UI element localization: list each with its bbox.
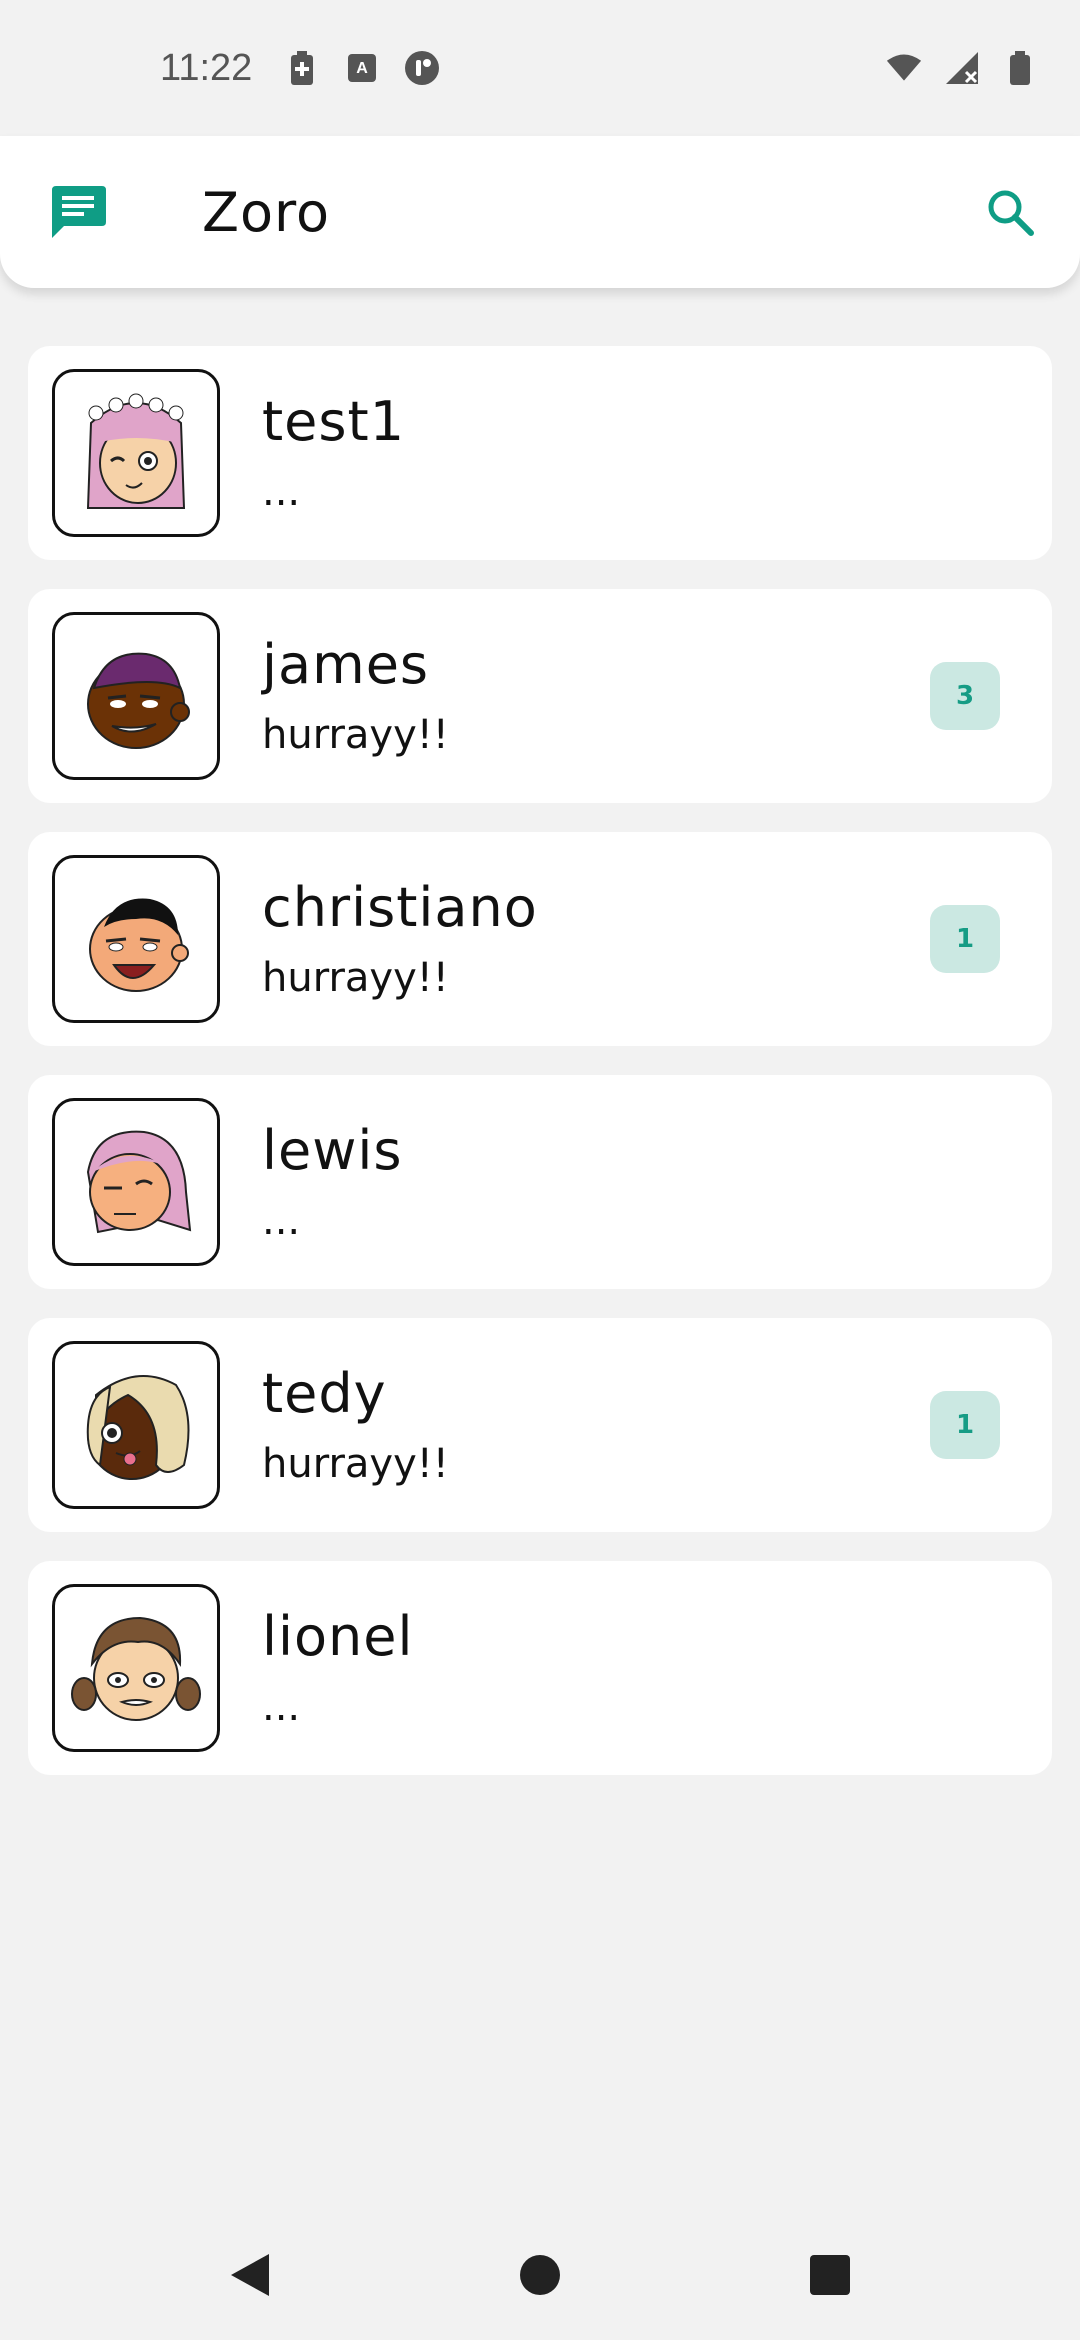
- chat-item[interactable]: test1 ...: [28, 346, 1052, 560]
- contact-avatar[interactable]: [52, 1098, 220, 1266]
- black-hair-smiling-avatar: [89, 898, 189, 992]
- wifi-icon: [886, 50, 922, 86]
- app-bar: Zoro: [0, 136, 1080, 288]
- chat-logo-icon: [48, 182, 108, 242]
- message-preview: ...: [262, 1198, 301, 1244]
- signal-icon: [944, 50, 980, 86]
- brown-pigtails-avatar: [71, 1616, 201, 1721]
- unread-badge: 3: [930, 662, 1000, 730]
- chat-item[interactable]: james hurrayy!! 3: [28, 589, 1052, 803]
- message-preview: hurrayy!!: [262, 955, 449, 1001]
- back-icon: [231, 2254, 269, 2296]
- pink-hair-flower-crown-avatar: [86, 393, 186, 509]
- battery-saver-icon: [284, 50, 320, 86]
- message-preview: hurrayy!!: [262, 712, 449, 758]
- recents-icon: [810, 2255, 850, 2295]
- app-status-icon: [404, 50, 440, 86]
- dark-skin-purple-cap-avatar: [87, 652, 190, 749]
- status-bar: 11:22 A: [0, 0, 1080, 136]
- chat-text: test1 ...: [262, 387, 405, 519]
- chat-list: test1 ... james hurrayy!! 3 christiano h…: [28, 346, 1052, 1804]
- chat-text: james hurrayy!!: [262, 630, 449, 762]
- svg-text:A: A: [357, 60, 369, 77]
- contact-avatar[interactable]: [52, 1584, 220, 1752]
- contact-name: lionel: [262, 1605, 414, 1668]
- contact-avatar[interactable]: [52, 1341, 220, 1509]
- recents-button[interactable]: [685, 2225, 975, 2325]
- message-preview: ...: [262, 469, 301, 515]
- search-button[interactable]: [980, 182, 1040, 242]
- status-time: 11:22: [160, 46, 253, 89]
- keyboard-icon: A: [344, 50, 380, 86]
- home-button[interactable]: [395, 2225, 685, 2325]
- chat-text: tedy hurrayy!!: [262, 1359, 449, 1491]
- status-notification-icons: A: [284, 50, 440, 86]
- app-title: Zoro: [202, 180, 331, 244]
- battery-icon: [1002, 50, 1038, 86]
- contact-avatar[interactable]: [52, 369, 220, 537]
- chat-text: lionel ...: [262, 1602, 414, 1734]
- system-nav-bar: [0, 2210, 1080, 2340]
- message-preview: hurrayy!!: [262, 1441, 449, 1487]
- message-preview: ...: [262, 1684, 301, 1730]
- contact-name: james: [262, 633, 430, 696]
- chat-item[interactable]: lionel ...: [28, 1561, 1052, 1775]
- contact-name: christiano: [262, 876, 538, 939]
- contact-avatar[interactable]: [52, 855, 220, 1023]
- unread-badge: 1: [930, 905, 1000, 973]
- chat-item[interactable]: christiano hurrayy!! 1: [28, 832, 1052, 1046]
- pink-bob-hair-avatar: [86, 1130, 192, 1234]
- contact-avatar[interactable]: [52, 612, 220, 780]
- contact-name: tedy: [262, 1362, 387, 1425]
- chat-text: lewis ...: [262, 1116, 403, 1248]
- chat-item[interactable]: lewis ...: [28, 1075, 1052, 1289]
- contact-name: test1: [262, 390, 406, 453]
- contact-name: lewis: [262, 1119, 403, 1182]
- unread-badge: 1: [930, 1391, 1000, 1459]
- blonde-hair-tongue-avatar: [86, 1375, 190, 1480]
- chat-item[interactable]: tedy hurrayy!! 1: [28, 1318, 1052, 1532]
- search-icon: [988, 190, 1034, 236]
- home-icon: [520, 2255, 560, 2295]
- chat-text: christiano hurrayy!!: [262, 873, 538, 1005]
- back-button[interactable]: [105, 2225, 395, 2325]
- status-system-icons: [886, 50, 1038, 86]
